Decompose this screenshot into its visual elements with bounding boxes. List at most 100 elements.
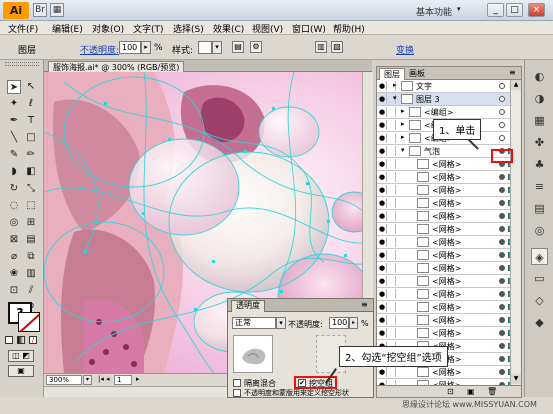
layer-row[interactable]: ● <网格> xyxy=(377,171,510,184)
appearance-icon[interactable]: ◇ xyxy=(531,292,548,309)
opacity-mask-checkbox[interactable] xyxy=(233,389,241,397)
menu-window[interactable]: 窗口(W) xyxy=(292,22,326,35)
slice-icon[interactable]: ⫽ xyxy=(24,284,38,298)
pen-icon[interactable]: ✒ xyxy=(7,114,21,128)
knockout-group-checkbox[interactable]: ✔ xyxy=(298,379,306,387)
rotate-icon[interactable]: ↻ xyxy=(7,182,21,196)
target-icon[interactable] xyxy=(499,83,505,89)
eye-icon[interactable]: ● xyxy=(378,159,387,169)
tab-layers[interactable]: 图层 xyxy=(379,68,405,80)
gradient-mode-icon[interactable] xyxy=(17,336,25,344)
target-icon[interactable] xyxy=(499,278,505,284)
selection-arrow-icon[interactable]: ➤ xyxy=(7,80,21,94)
preferences-icon[interactable]: ⚙ xyxy=(250,41,262,53)
eye-icon[interactable]: ● xyxy=(378,237,387,247)
lock-toggle[interactable] xyxy=(388,185,396,195)
doc-setup-icon[interactable]: ▤ xyxy=(232,41,244,53)
target-icon[interactable] xyxy=(499,343,505,349)
style-swatch[interactable] xyxy=(198,41,212,54)
color-mode-icon[interactable] xyxy=(5,336,13,344)
target-icon[interactable] xyxy=(499,317,505,323)
brushes-icon[interactable]: ✤ xyxy=(531,134,548,151)
lock-toggle[interactable] xyxy=(388,146,396,156)
eye-icon[interactable]: ● xyxy=(378,120,387,130)
close-button[interactable]: × xyxy=(528,3,545,17)
style-dropdown-icon[interactable]: ▾ xyxy=(212,41,222,54)
layer-row[interactable]: ● <网格> xyxy=(377,236,510,249)
type-icon[interactable]: T xyxy=(24,114,38,128)
blob-brush-icon[interactable]: ◗ xyxy=(7,165,21,179)
lock-toggle[interactable] xyxy=(388,237,396,247)
zoom-dropdown-icon[interactable]: ▾ xyxy=(83,375,92,385)
eyedropper-icon[interactable]: ⌀ xyxy=(7,250,21,264)
toolbox-grip[interactable] xyxy=(5,62,39,66)
symbols-icon[interactable]: ♣ xyxy=(531,156,548,173)
perspective-grid-icon[interactable]: ⊞ xyxy=(24,216,38,230)
menu-type[interactable]: 文字(T) xyxy=(133,22,164,35)
menu-help[interactable]: 帮助(H) xyxy=(333,22,365,35)
lock-toggle[interactable] xyxy=(388,250,396,260)
bridge-icon[interactable]: Br xyxy=(33,3,47,17)
target-icon[interactable] xyxy=(499,213,505,219)
eye-icon[interactable]: ● xyxy=(378,328,387,338)
shape-builder-icon[interactable]: ◎ xyxy=(7,216,21,230)
lock-toggle[interactable] xyxy=(388,159,396,169)
menu-file[interactable]: 文件(F) xyxy=(8,22,38,35)
artboard-icon[interactable]: ⊡ xyxy=(7,284,21,298)
menu-select[interactable]: 选择(S) xyxy=(173,22,204,35)
layer-row[interactable]: ● <网格> xyxy=(377,262,510,275)
eye-icon[interactable]: ● xyxy=(378,224,387,234)
stroke-panel-icon[interactable]: ≡ xyxy=(531,178,548,195)
line-icon[interactable]: ╲ xyxy=(7,131,21,145)
lock-toggle[interactable] xyxy=(388,302,396,312)
eye-icon[interactable]: ● xyxy=(378,367,387,377)
gradient-panel-icon[interactable]: ▤ xyxy=(531,200,548,217)
artboards-dock-icon[interactable]: ▭ xyxy=(531,270,548,287)
layer-row[interactable]: ● <网格> xyxy=(377,249,510,262)
color-panel-icon[interactable]: ◐ xyxy=(531,68,548,85)
workspace-switcher[interactable]: 基本功能 xyxy=(416,5,452,18)
eye-icon[interactable]: ● xyxy=(378,276,387,286)
rectangle-icon[interactable]: □ xyxy=(24,131,38,145)
layer-row[interactable]: ● <网格> xyxy=(377,366,510,379)
lock-toggle[interactable] xyxy=(388,211,396,221)
layer-row[interactable]: ● <网格> xyxy=(377,275,510,288)
isolate-blending-checkbox[interactable] xyxy=(233,379,241,387)
target-icon[interactable] xyxy=(499,174,505,180)
target-icon[interactable] xyxy=(499,187,505,193)
eye-icon[interactable]: ● xyxy=(378,185,387,195)
lock-toggle[interactable] xyxy=(388,276,396,286)
eye-icon[interactable]: ● xyxy=(378,198,387,208)
opacity-dropdown-icon[interactable]: ▸ xyxy=(141,41,151,54)
new-sublayer-icon[interactable]: ⊡ xyxy=(447,387,454,396)
menu-edit[interactable]: 编辑(E) xyxy=(52,22,83,35)
target-icon[interactable] xyxy=(499,252,505,258)
lock-toggle[interactable] xyxy=(388,172,396,182)
target-icon[interactable] xyxy=(499,109,505,115)
lock-toggle[interactable] xyxy=(388,328,396,338)
menu-effect[interactable]: 效果(C) xyxy=(213,22,244,35)
restore-button[interactable]: □ xyxy=(506,3,523,17)
layer-row[interactable]: ● <网格> xyxy=(377,327,510,340)
menu-view[interactable]: 视图(V) xyxy=(252,22,283,35)
delete-layer-icon[interactable]: 🗑 xyxy=(487,387,497,396)
arrange-documents-icon[interactable]: ▦ xyxy=(50,3,64,17)
expand-arrow-icon[interactable]: ▸ xyxy=(393,81,397,89)
lasso-icon[interactable]: ℓ xyxy=(24,97,38,111)
graphic-styles-icon[interactable]: ◆ xyxy=(531,314,548,331)
minimize-button[interactable]: _ xyxy=(487,3,504,17)
new-layer-icon[interactable]: ▣ xyxy=(467,387,475,396)
eye-icon[interactable]: ● xyxy=(378,289,387,299)
layer-row[interactable]: ● <网格> xyxy=(377,314,510,327)
eye-icon[interactable]: ● xyxy=(378,81,387,91)
lock-toggle[interactable] xyxy=(388,133,396,143)
layer-row[interactable]: ● ▾ 图层 3 xyxy=(377,93,510,106)
column-graph-icon[interactable]: ▥ xyxy=(24,267,38,281)
swatches-icon[interactable]: ▦ xyxy=(531,112,548,129)
target-icon[interactable] xyxy=(499,135,505,141)
scroll-down-icon[interactable]: ▼ xyxy=(511,374,521,384)
next-artboard-icon[interactable]: ▸ xyxy=(136,375,140,383)
mesh-icon[interactable]: ⊠ xyxy=(7,233,21,247)
eye-icon[interactable]: ● xyxy=(378,107,387,117)
transparency-panel-icon[interactable]: ◎ xyxy=(531,222,548,239)
